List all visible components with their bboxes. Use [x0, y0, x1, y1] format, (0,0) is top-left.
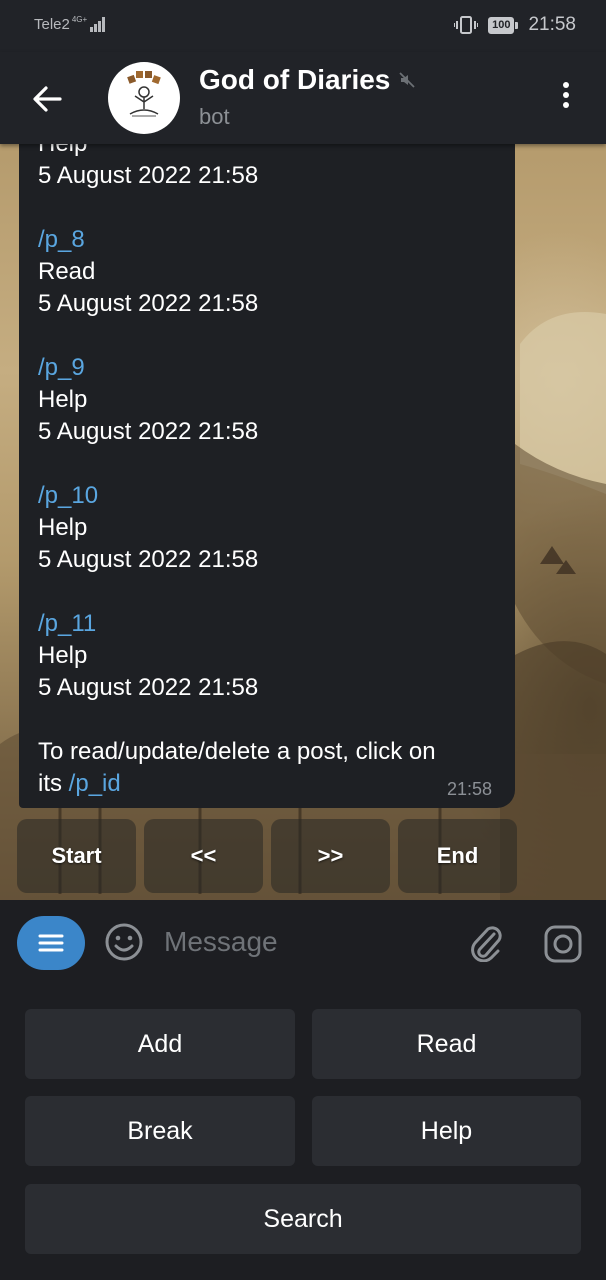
- message-line: 5 August 2022 21:58: [38, 162, 259, 189]
- vibrate-icon: [454, 16, 479, 34]
- clock: 21:58: [528, 14, 576, 35]
- post-id-link[interactable]: /p_id: [69, 770, 121, 797]
- post-command-link[interactable]: /p_8: [38, 224, 508, 256]
- meditating-figure-icon: [127, 71, 161, 117]
- next-page-button[interactable]: >>: [271, 819, 390, 893]
- more-options-icon[interactable]: [556, 82, 576, 116]
- status-bar: Tele2 4G+ 100 21:58: [0, 0, 606, 52]
- message-line: 5 August 2022 21:58: [38, 290, 259, 317]
- battery-level: 100: [488, 16, 515, 34]
- signal-icon: [90, 17, 106, 32]
- message-input-bar: Message: [0, 900, 606, 988]
- search-button[interactable]: Search: [25, 1184, 581, 1254]
- instruction-prefix: its: [38, 770, 69, 797]
- menu-lines-icon: [38, 934, 64, 952]
- attach-paperclip-icon[interactable]: [466, 922, 504, 962]
- message-line: 5 August 2022 21:58: [38, 418, 259, 445]
- bot-menu-button[interactable]: [17, 916, 85, 970]
- help-button[interactable]: Help: [312, 1096, 581, 1166]
- instruction-line: its /p_id: [38, 768, 508, 800]
- carrier-info: Tele2 4G+: [34, 16, 107, 33]
- chat-header: God of Diaries bot: [0, 52, 606, 144]
- chat-subtitle: bot: [199, 104, 230, 129]
- system-indicators: 100 21:58: [454, 14, 576, 36]
- message-line: Help: [38, 144, 508, 160]
- carrier-name: Tele2: [34, 16, 70, 33]
- chat-area[interactable]: Help 5 August 2022 21:58/p_8Read 5 August …: [0, 144, 606, 900]
- add-button[interactable]: Add: [25, 1009, 295, 1079]
- network-type: 4G+: [71, 15, 88, 24]
- message-input[interactable]: Message: [164, 926, 278, 958]
- muted-speaker-icon: [399, 72, 416, 88]
- message-line: 5 August 2022 21:58: [38, 546, 259, 573]
- post-command-link[interactable]: /p_9: [38, 352, 508, 384]
- emoji-icon[interactable]: [104, 922, 144, 962]
- end-button[interactable]: End: [398, 819, 517, 893]
- message-line: Help: [38, 514, 88, 541]
- break-button[interactable]: Break: [25, 1096, 295, 1166]
- chat-title-row[interactable]: God of Diaries: [199, 64, 416, 96]
- chat-title: God of Diaries: [199, 64, 391, 95]
- camera-icon[interactable]: [543, 924, 583, 964]
- inline-keyboard: Start << >> End: [17, 819, 517, 893]
- message-line: Help: [38, 386, 88, 413]
- message-line: 5 August 2022 21:58: [38, 674, 259, 701]
- bot-avatar[interactable]: [108, 62, 180, 134]
- instruction-line: To read/update/delete a post, click on: [38, 738, 436, 765]
- battery-icon: 100: [488, 16, 519, 34]
- post-command-link[interactable]: /p_10: [38, 480, 508, 512]
- message-line: Read: [38, 258, 96, 285]
- post-command-link[interactable]: /p_11: [38, 608, 508, 640]
- reply-keyboard: Add Read Break Help Search: [0, 988, 606, 1280]
- message-time: 21:58: [447, 779, 493, 799]
- message-line: Help: [38, 642, 88, 669]
- start-button[interactable]: Start: [17, 819, 136, 893]
- read-button[interactable]: Read: [312, 1009, 581, 1079]
- message-text: Help 5 August 2022 21:58/p_8Read 5 August …: [38, 144, 508, 800]
- back-arrow-icon[interactable]: [30, 82, 64, 116]
- previous-page-button[interactable]: <<: [144, 819, 263, 893]
